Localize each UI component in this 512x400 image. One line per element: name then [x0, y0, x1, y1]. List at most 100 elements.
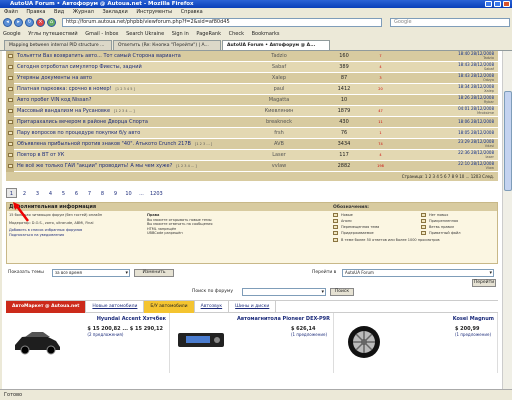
bookmark-item[interactable]: PageRank [196, 31, 221, 37]
page-link[interactable]: 1203 [149, 188, 164, 198]
vertical-scrollbar[interactable] [502, 51, 512, 389]
last-post-user[interactable]: Vdzsi [398, 144, 494, 149]
page-link[interactable]: 3 [32, 188, 43, 198]
topic-title[interactable]: Сегодня отроботал симулятор Фиесты, задн… [17, 64, 142, 70]
product-card[interactable]: Hyundai Accent Хэтчбек $ 15 200,82 ... $… [6, 313, 170, 373]
scrollbar-thumb[interactable] [504, 91, 512, 191]
topic-title[interactable]: Авто пробег VIN код Nissan? [17, 97, 91, 103]
tab-tires[interactable]: Шины и диски [229, 300, 277, 313]
last-post-user[interactable]: Odzya [398, 78, 494, 83]
product-card[interactable]: Автомагнитола Pioneer DEX-P9R $ 626,14 (1… [170, 313, 334, 373]
product-title[interactable]: Kosei Magnum [337, 316, 494, 322]
topic-row[interactable]: Не всё же только ГАИ "акции" проводить! … [6, 160, 498, 172]
menu-view[interactable]: Вид [54, 9, 64, 15]
topic-title[interactable]: Повтор в ВТ от УК [17, 152, 64, 158]
product-title[interactable]: Автомагнитола Pioneer DEX-P9R [173, 316, 330, 322]
page-link[interactable]: 7 [84, 188, 95, 198]
topic-last-post[interactable]: 22:36 28/12/2008 laser [398, 150, 498, 160]
goto-select[interactable]: AutoUA Forum [342, 269, 494, 277]
topic-row[interactable]: Пару вопросов по процедуре покупки б/у а… [6, 127, 498, 139]
last-post-user[interactable]: Xalep [398, 89, 494, 94]
product-card[interactable]: Kosei Magnum $ 200,99 (1 предложение) [334, 313, 498, 373]
bookmark-item[interactable]: Gmail - Inbox [85, 31, 118, 37]
topic-row[interactable]: Авто пробег VIN код Nissan? Magatta 10 18:2… [6, 94, 498, 106]
page-link[interactable]: 6 [71, 188, 82, 198]
topic-row[interactable]: Повтор в ВТ от УК Laser 117 4 22:36 28/12/20… [6, 149, 498, 161]
page-link[interactable]: 9 [110, 188, 121, 198]
goto-button[interactable]: Перейти [472, 279, 496, 287]
topic-author[interactable]: Sabaf [232, 64, 326, 70]
topic-last-post[interactable]: 18:34 28/12/2008 Xalep [398, 84, 498, 94]
topic-author[interactable]: Киевлянин [232, 108, 326, 114]
topic-author[interactable]: Laser [232, 152, 326, 158]
bookmark-item[interactable]: Google [3, 31, 21, 37]
topic-title[interactable]: Пару вопросов по процедуре покупки б/у а… [17, 130, 140, 136]
stop-icon[interactable]: × [36, 18, 45, 27]
bookmark-item[interactable]: Углы путешествий [28, 31, 77, 37]
show-topics-select[interactable]: за все время [52, 269, 130, 277]
forum-search-input[interactable] [242, 288, 326, 296]
topic-row[interactable]: Тольятти Ваз возвратить авто... Тот самы… [6, 51, 498, 62]
minimize-button[interactable] [485, 1, 492, 7]
menu-edit[interactable]: Правка [26, 9, 45, 15]
topic-row[interactable]: Притарахались вечером в районе Дворца Сп… [6, 116, 498, 128]
topic-author[interactable]: breakneck [232, 119, 326, 125]
last-post-user[interactable]: Rybar [398, 100, 494, 105]
topic-pages[interactable]: [1 2 3 4 ... ] [176, 164, 197, 168]
home-icon[interactable]: ⌂ [47, 18, 56, 27]
topic-author[interactable]: Tadzio [232, 53, 326, 59]
topic-title[interactable]: Массовый вандализм на Русановке [17, 108, 110, 114]
topic-last-post[interactable]: 18:05 28/12/2008 [398, 130, 498, 136]
menu-tools[interactable]: Инструменты [136, 9, 172, 15]
address-bar[interactable]: http://forum.autoua.net/phpbb/viewforum.… [62, 18, 382, 27]
search-button[interactable]: Поиск [330, 288, 354, 296]
topic-title[interactable]: Платная парковка: срочно в номер! [17, 86, 112, 92]
offers-link[interactable]: (1 предложение) [291, 332, 327, 337]
topic-author[interactable]: paul [232, 86, 326, 92]
subscribe-link[interactable]: Подписаться на уведомления [9, 233, 129, 238]
page-link[interactable]: 4 [45, 188, 56, 198]
tab-new-cars[interactable]: Новые автомобили [86, 300, 145, 313]
topic-pages[interactable]: [1 2 3 4 5 ] [116, 87, 135, 91]
close-window-button[interactable] [503, 1, 510, 7]
topic-author[interactable]: frsh [232, 130, 326, 136]
menu-file[interactable]: Файл [4, 9, 18, 15]
last-post-user[interactable]: Vlaw [398, 166, 494, 171]
topic-last-post[interactable]: 18:43 28/12/2008 Odzya [398, 73, 498, 83]
topic-row[interactable]: Массовый вандализм на Русановке [1 2 3 4 … [6, 105, 498, 117]
topic-last-post[interactable]: 04:01 28/12/2008 Mroksime [398, 106, 498, 116]
last-post-user[interactable]: Mroksime [398, 111, 494, 116]
topic-last-post[interactable]: 18:43 28/12/2008 Sabaf [398, 62, 498, 72]
last-post-user[interactable]: laser [398, 155, 494, 160]
browser-tab[interactable]: Ответить (Re: Кнопка "Перейти") | A... [113, 40, 221, 50]
topic-row[interactable]: Платная парковка: срочно в номер! [1 2 3 … [6, 83, 498, 95]
tab-used-cars[interactable]: Б/У автомобили [144, 300, 195, 313]
last-post-user[interactable]: Sabaf [398, 67, 494, 72]
last-post-user[interactable]: Tadzio [398, 56, 494, 61]
bookmark-item[interactable]: Bookmarks [252, 31, 280, 37]
topic-row[interactable]: Объявлена прибыльной против знаков "40".… [6, 138, 498, 150]
menu-help[interactable]: Справка [181, 9, 203, 15]
bookmark-item[interactable]: Sign in [172, 31, 189, 37]
bookmark-item[interactable]: Search Ukraine [126, 31, 164, 37]
browser-tab-active[interactable]: AutoUA Forum • Автофорум @ A... [222, 40, 330, 50]
bookmark-item[interactable]: Check [229, 31, 244, 37]
search-box[interactable]: Google [390, 18, 510, 27]
topic-pages[interactable]: [1 2 3 ... ] [195, 142, 212, 146]
back-icon[interactable]: ◂ [3, 18, 12, 27]
maximize-button[interactable] [494, 1, 501, 7]
topic-author[interactable]: AVB [232, 141, 326, 147]
topic-title[interactable]: Не всё же только ГАИ "акции" проводить! … [17, 163, 172, 169]
menu-history[interactable]: Журнал [73, 9, 94, 15]
reload-icon[interactable]: ↻ [25, 18, 34, 27]
product-title[interactable]: Hyundai Accent Хэтчбек [9, 316, 166, 322]
topic-last-post[interactable]: 22:10 28/12/2008 Vlaw [398, 161, 498, 171]
page-link[interactable]: 5 [58, 188, 69, 198]
browser-tab[interactable]: Mapping between internal PID structure .… [4, 40, 112, 50]
topic-last-post[interactable]: 18:06 28/12/2008 [398, 119, 498, 125]
topic-title[interactable]: Тольятти Ваз возвратить авто... Тот самы… [17, 53, 181, 59]
topic-title[interactable]: Утеряны документы на авто [17, 75, 92, 81]
automarket-brand[interactable]: АвтоМаркет @ Autoua.net [6, 300, 87, 313]
offers-link[interactable]: (2 предложения) [87, 332, 163, 337]
page-link[interactable]: 2 [19, 188, 30, 198]
